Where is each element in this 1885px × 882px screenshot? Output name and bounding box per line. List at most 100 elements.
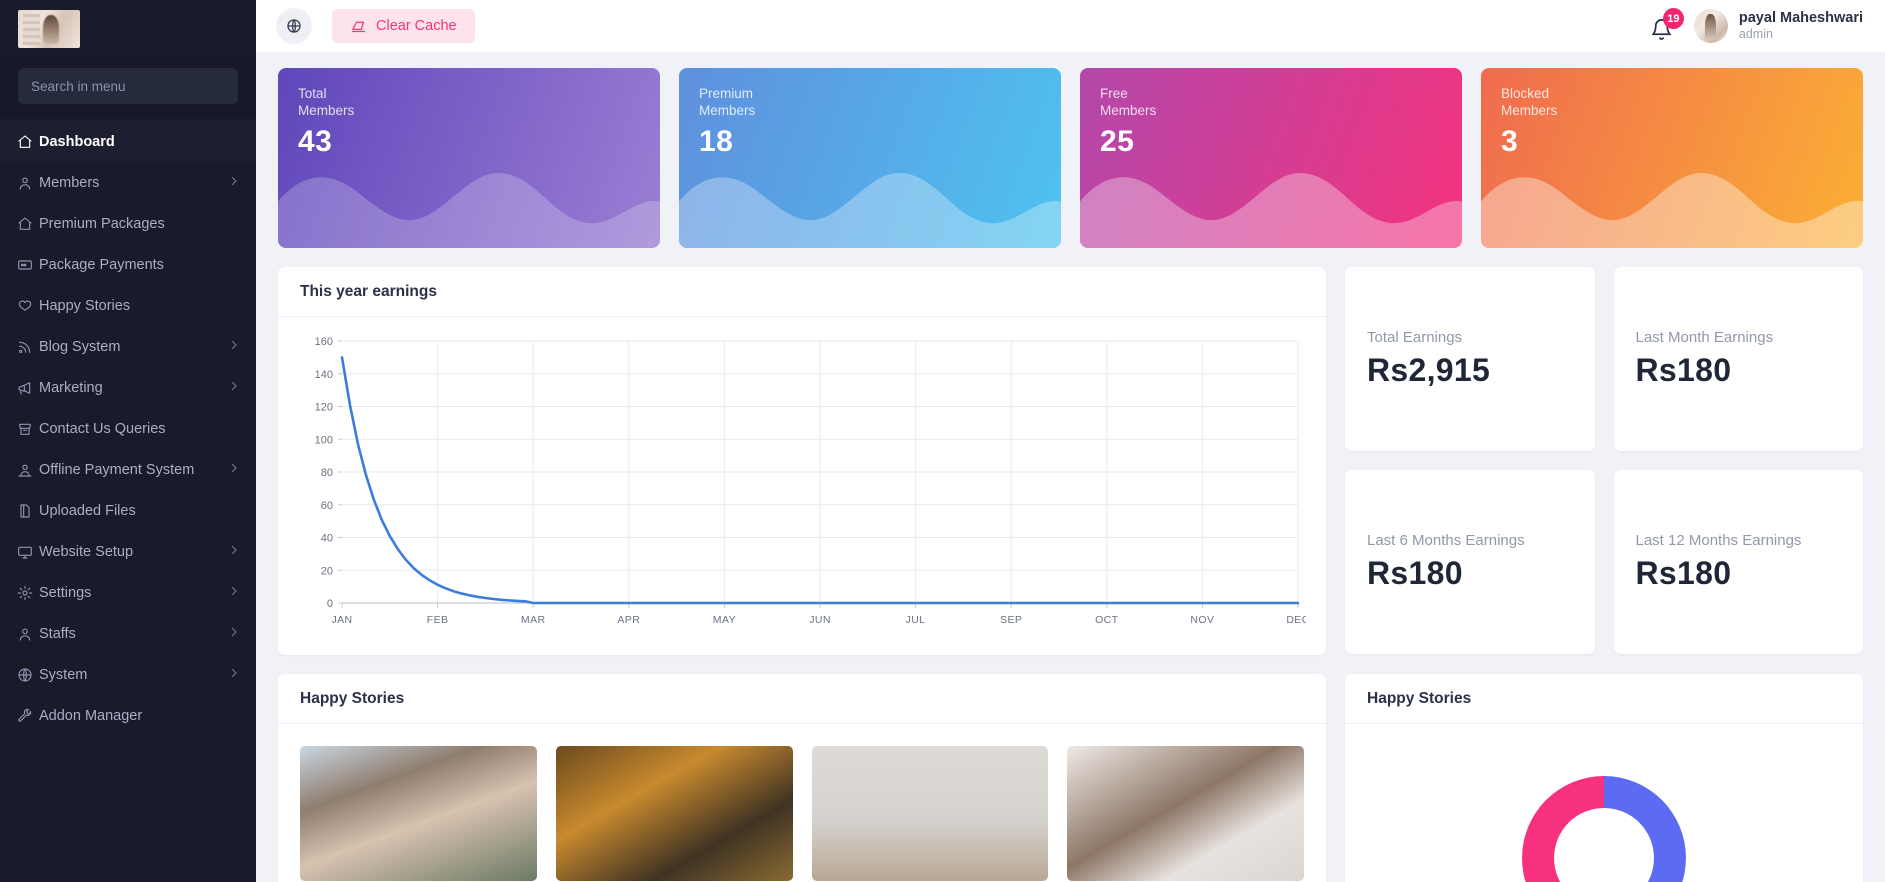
stories-card-header: Happy Stories: [278, 674, 1326, 724]
stat-title-line1: Blocked: [1501, 86, 1550, 101]
sidebar-nav: Dashboard Members Premium Packages Package …: [0, 117, 256, 882]
user-menu[interactable]: payal Maheshwari admin: [1693, 9, 1863, 43]
user-icon: [17, 175, 39, 191]
earnings-card-value: Rs2,915: [1367, 352, 1491, 388]
sidebar-item-staffs[interactable]: Staffs: [0, 613, 256, 654]
sidebar-item-dashboard[interactable]: Dashboard: [0, 121, 256, 162]
sidebar-item-label: Uploaded Files: [39, 502, 136, 519]
sidebar-item-label: Staffs: [39, 625, 76, 642]
inbox-icon: [17, 421, 39, 437]
chevron-right-icon: [228, 175, 240, 191]
sidebar-item-package-payments[interactable]: Package Payments: [0, 244, 256, 285]
clear-cache-button[interactable]: Clear Cache: [332, 9, 475, 43]
sidebar-item-label: Dashboard: [39, 133, 115, 150]
story-thumbnail[interactable]: [811, 746, 1049, 881]
home-icon: [17, 216, 39, 232]
globe-icon[interactable]: [276, 8, 312, 44]
earnings-card-1: Last Month Earnings Rs180: [1613, 267, 1863, 451]
sidebar-item-website-setup[interactable]: Website Setup: [0, 531, 256, 572]
svg-text:40: 40: [321, 533, 333, 545]
stories-row: Happy Stories Happy Stories: [278, 674, 1863, 882]
sidebar-item-happy-stories[interactable]: Happy Stories: [0, 285, 256, 326]
stat-title-line2: Members: [1501, 102, 1558, 118]
earnings-card-0: Total Earnings Rs2,915: [1345, 267, 1595, 451]
clear-cache-label: Clear Cache: [376, 18, 457, 34]
sidebar-item-members[interactable]: Members: [0, 162, 256, 203]
chart-card-header: This year earnings: [278, 267, 1326, 317]
sidebar-item-blog-system[interactable]: Blog System: [0, 326, 256, 367]
sidebar: Dashboard Members Premium Packages Package …: [0, 0, 256, 882]
stat-card-value: 43: [298, 124, 333, 158]
sidebar-item-label: Happy Stories: [39, 297, 131, 314]
monitor-icon: [17, 544, 39, 560]
svg-text:JUN: JUN: [809, 614, 831, 626]
svg-text:NOV: NOV: [1190, 614, 1214, 626]
happy-stories-card: Happy Stories: [278, 674, 1326, 882]
wave-decoration: [679, 173, 1061, 248]
notification-count-badge: 19: [1662, 8, 1684, 29]
svg-text:JAN: JAN: [331, 614, 352, 626]
svg-text:80: 80: [321, 467, 333, 479]
stat-card-total[interactable]: Total Members 43: [278, 68, 660, 248]
eraser-icon: [350, 18, 367, 35]
stat-card-blocked[interactable]: Blocked Members 3: [1481, 68, 1863, 248]
menu-search-input[interactable]: [18, 68, 238, 104]
earnings-row: This year earnings 0 20 40 60 80 100 120 140 160…: [278, 267, 1863, 655]
earnings-card-label: Last Month Earnings: [1635, 329, 1774, 346]
donut-card-header: Happy Stories: [1345, 674, 1863, 724]
svg-text:SEP: SEP: [1000, 614, 1022, 626]
this-year-earnings-card: This year earnings 0 20 40 60 80 100 120 140 160…: [278, 267, 1326, 655]
story-thumbnail[interactable]: [555, 746, 793, 881]
rss-icon: [17, 339, 39, 355]
earnings-card-label: Total Earnings: [1367, 329, 1463, 346]
stat-card-free[interactable]: Free Members 25: [1080, 68, 1462, 248]
stat-title-line2: Members: [298, 102, 355, 118]
sidebar-item-system[interactable]: System: [0, 654, 256, 695]
stat-card-title: Total Members: [298, 86, 640, 120]
story-thumbnail[interactable]: [300, 746, 537, 881]
sidebar-item-settings[interactable]: Settings: [0, 572, 256, 613]
sidebar-item-premium-packages[interactable]: Premium Packages: [0, 203, 256, 244]
svg-text:140: 140: [315, 369, 333, 381]
sidebar-item-label: Offline Payment System: [39, 461, 195, 478]
earnings-card-value: Rs180: [1635, 555, 1732, 591]
avatar: [1693, 9, 1728, 43]
svg-text:FEB: FEB: [427, 614, 449, 626]
chevron-right-icon: [228, 462, 240, 478]
donut-chart[interactable]: [1345, 724, 1863, 882]
notification-bell[interactable]: 19: [1648, 8, 1684, 41]
sidebar-item-marketing[interactable]: Marketing: [0, 367, 256, 408]
sidebar-logo-wrap[interactable]: [0, 0, 256, 58]
chevron-right-icon: [228, 339, 240, 355]
earnings-card-value: Rs180: [1635, 352, 1732, 388]
stat-card-value: 18: [699, 124, 734, 158]
svg-text:DEC: DEC: [1286, 614, 1306, 626]
gear-icon: [17, 585, 39, 601]
main-area: Clear Cache 19 payal Maheshwari admin To…: [256, 0, 1885, 882]
svg-text:100: 100: [315, 434, 333, 446]
sidebar-item-uploaded-files[interactable]: Uploaded Files: [0, 490, 256, 531]
sidebar-item-contact-us-queries[interactable]: Contact Us Queries: [0, 408, 256, 449]
stat-card-title: Blocked Members: [1501, 86, 1843, 120]
content-scroll[interactable]: Total Members 43 Premium Members 18 Free Member…: [256, 52, 1885, 882]
line-chart[interactable]: 0 20 40 60 80 100 120 140 160 JAN FEB MAR APR MAY JUN J…: [278, 317, 1326, 647]
site-logo[interactable]: [18, 10, 80, 48]
topbar: Clear Cache 19 payal Maheshwari admin: [256, 0, 1885, 52]
stat-title-line1: Premium: [699, 86, 754, 101]
stat-card-premium[interactable]: Premium Members 18: [679, 68, 1061, 248]
stat-card-title: Free Members: [1100, 86, 1442, 120]
globe-grid-icon: [17, 667, 39, 683]
user-info: payal Maheshwari admin: [1739, 9, 1863, 43]
home-icon: [17, 134, 39, 150]
earnings-card-value: Rs180: [1367, 555, 1463, 591]
heart-icon: [17, 298, 39, 314]
sidebar-item-offline-payment-system[interactable]: Offline Payment System: [0, 449, 256, 490]
user-icon: [17, 626, 39, 642]
megaphone-icon: [17, 380, 39, 396]
svg-text:MAY: MAY: [713, 614, 736, 626]
story-thumbnail[interactable]: [1067, 746, 1304, 881]
stat-card-title: Premium Members: [699, 86, 1041, 120]
wave-decoration: [1481, 173, 1863, 248]
app-root: Dashboard Members Premium Packages Package …: [0, 0, 1885, 882]
sidebar-item-addon-manager[interactable]: Addon Manager: [0, 695, 256, 736]
